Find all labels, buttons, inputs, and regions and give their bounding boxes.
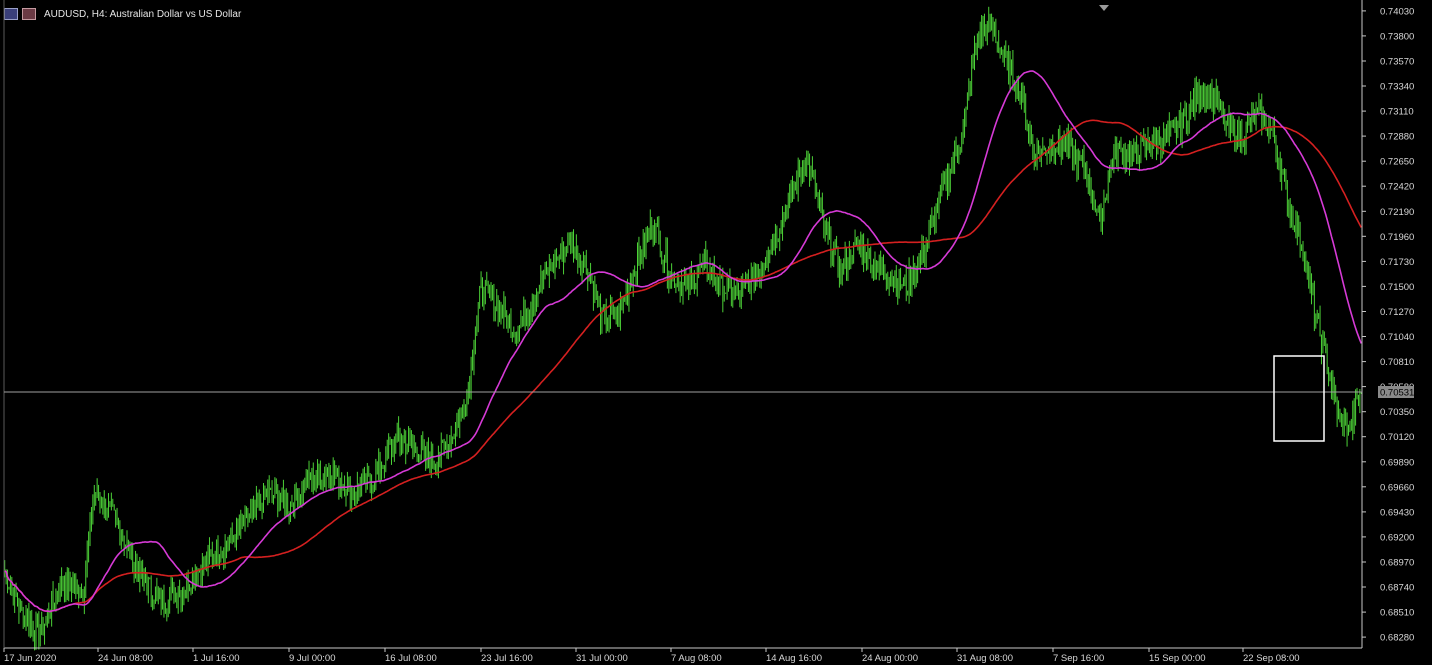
y-tick-label: 0.71500 <box>1380 282 1414 293</box>
y-tick-label: 0.73570 <box>1380 57 1414 68</box>
x-tick-label: 24 Jun 08:00 <box>98 653 153 664</box>
y-tick-label: 0.70810 <box>1380 357 1414 368</box>
y-tick-label: 0.74030 <box>1380 6 1414 17</box>
y-tick-label: 0.73110 <box>1380 107 1414 118</box>
x-tick-label: 23 Jul 16:00 <box>481 653 533 664</box>
y-tick-label: 0.72650 <box>1380 157 1414 168</box>
y-tick-label: 0.72880 <box>1380 132 1414 143</box>
x-tick-label: 14 Aug 16:00 <box>766 653 822 664</box>
y-tick-label: 0.71040 <box>1380 332 1414 343</box>
y-tick-label: 0.72420 <box>1380 182 1414 193</box>
x-tick-label: 31 Jul 00:00 <box>576 653 628 664</box>
ma-slow-line <box>4 119 1362 613</box>
chart-window: AUDUSD, H4: Australian Dollar vs US Doll… <box>0 0 1432 665</box>
x-tick-label: 17 Jun 2020 <box>4 653 56 664</box>
y-tick-label: 0.71270 <box>1380 307 1414 318</box>
x-tick-label: 16 Jul 08:00 <box>385 653 437 664</box>
x-tick-label: 7 Sep 16:00 <box>1053 653 1104 664</box>
y-tick-label: 0.71730 <box>1380 257 1414 268</box>
y-tick-label: 0.70120 <box>1380 432 1414 443</box>
x-tick-label: 7 Aug 08:00 <box>671 653 722 664</box>
x-tick-label: 24 Aug 00:00 <box>862 653 918 664</box>
y-tick-label: 0.73800 <box>1380 31 1414 42</box>
current-price-badge: 0.70531 <box>1378 386 1414 399</box>
y-tick-label: 0.72190 <box>1380 207 1414 218</box>
x-tick-label: 9 Jul 00:00 <box>289 653 335 664</box>
y-tick-label: 0.73340 <box>1380 82 1414 93</box>
y-tick-label: 0.68280 <box>1380 633 1414 644</box>
y-tick-label: 0.70350 <box>1380 407 1414 418</box>
x-tick-label: 1 Jul 16:00 <box>193 653 239 664</box>
y-tick-label: 0.68510 <box>1380 608 1414 619</box>
y-tick-label: 0.68740 <box>1380 583 1414 594</box>
price-chart[interactable]: 0.74030 0.73800 0.73570 0.73340 0.73110 0.728… <box>0 0 1432 665</box>
x-tick-label: 31 Aug 08:00 <box>957 653 1013 664</box>
x-tick-label: 22 Sep 08:00 <box>1243 653 1300 664</box>
y-tick-label: 0.69200 <box>1380 532 1414 543</box>
highlight-box <box>1273 355 1325 442</box>
shift-marker-icon <box>1099 5 1109 11</box>
y-tick-label: 0.71960 <box>1380 232 1414 243</box>
x-tick-label: 15 Sep 00:00 <box>1149 653 1206 664</box>
y-tick-label: 0.68970 <box>1380 558 1414 569</box>
current-price-value: 0.70531 <box>1380 388 1414 399</box>
y-tick-label: 0.69660 <box>1380 482 1414 493</box>
y-tick-label: 0.69430 <box>1380 507 1414 518</box>
y-tick-label: 0.69890 <box>1380 457 1414 468</box>
